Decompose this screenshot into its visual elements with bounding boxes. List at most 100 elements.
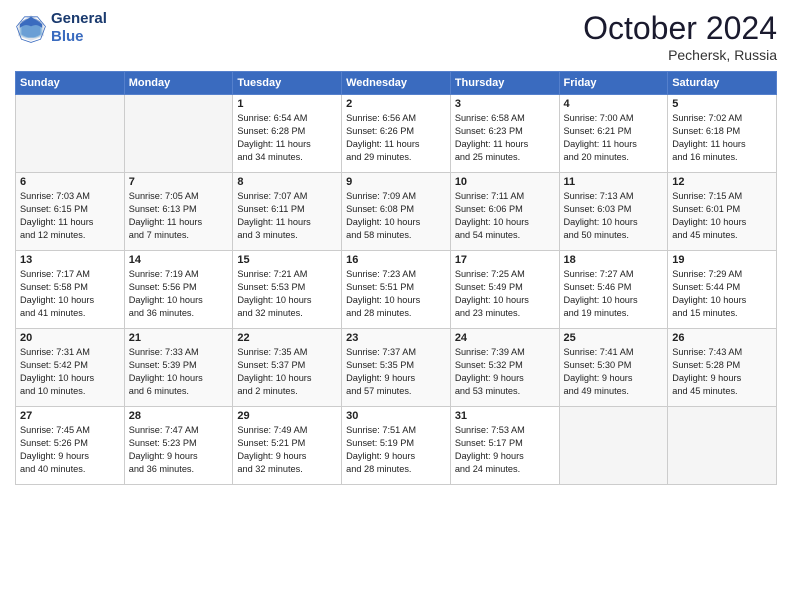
day-cell: 25 Sunrise: 7:41 AM Sunset: 5:30 PM Dayli… [559, 329, 668, 407]
day-cell: 17Sunrise: 7:25 AM Sunset: 5:49 PM Dayli… [450, 251, 559, 329]
day-info: Sunrise: 7:39 AM Sunset: 5:32 PM Dayligh… [455, 346, 555, 398]
day-cell [124, 95, 233, 173]
col-header-friday: Friday [559, 72, 668, 95]
week-row-1: 1 Sunrise: 6:54 AM Sunset: 6:28 PM Daylig… [16, 95, 777, 173]
day-number: 19 [672, 254, 772, 266]
day-number: 26 [672, 332, 772, 344]
day-info: Sunrise: 7:41 AM Sunset: 5:30 PM Dayligh… [564, 346, 664, 398]
day-info: Sunrise: 7:27 AM Sunset: 5:46 PM Dayligh… [564, 268, 664, 320]
day-number: 11 [564, 176, 664, 188]
day-info: Sunrise: 7:35 AM Sunset: 5:37 PM Dayligh… [237, 346, 337, 398]
day-info: Sunrise: 7:11 AM Sunset: 6:06 PM Dayligh… [455, 190, 555, 242]
col-header-tuesday: Tuesday [233, 72, 342, 95]
day-number: 27 [20, 410, 120, 422]
logo-icon [15, 12, 47, 44]
col-header-saturday: Saturday [668, 72, 777, 95]
day-number: 8 [237, 176, 337, 188]
day-info: Sunrise: 7:53 AM Sunset: 5:17 PM Dayligh… [455, 424, 555, 476]
day-info: Sunrise: 7:43 AM Sunset: 5:28 PM Dayligh… [672, 346, 772, 398]
day-cell: 14 Sunrise: 7:19 AM Sunset: 5:56 PM Dayli… [124, 251, 233, 329]
day-cell: 1 Sunrise: 6:54 AM Sunset: 6:28 PM Daylig… [233, 95, 342, 173]
day-info: Sunrise: 6:56 AM Sunset: 6:26 PM Dayligh… [346, 112, 446, 164]
day-info: Sunrise: 7:00 AM Sunset: 6:21 PM Dayligh… [564, 112, 664, 164]
day-number: 16 [346, 254, 446, 266]
day-number: 12 [672, 176, 772, 188]
week-row-4: 20Sunrise: 7:31 AM Sunset: 5:42 PM Dayli… [16, 329, 777, 407]
day-info: Sunrise: 7:25 AM Sunset: 5:49 PM Dayligh… [455, 268, 555, 320]
day-cell: 20Sunrise: 7:31 AM Sunset: 5:42 PM Dayli… [16, 329, 125, 407]
col-header-wednesday: Wednesday [342, 72, 451, 95]
day-info: Sunrise: 7:03 AM Sunset: 6:15 PM Dayligh… [20, 190, 120, 242]
day-cell: 26 Sunrise: 7:43 AM Sunset: 5:28 PM Dayli… [668, 329, 777, 407]
day-number: 10 [455, 176, 555, 188]
day-info: Sunrise: 7:19 AM Sunset: 5:56 PM Dayligh… [129, 268, 229, 320]
day-number: 25 [564, 332, 664, 344]
day-info: Sunrise: 6:54 AM Sunset: 6:28 PM Dayligh… [237, 112, 337, 164]
col-header-sunday: Sunday [16, 72, 125, 95]
day-cell: 18 Sunrise: 7:27 AM Sunset: 5:46 PM Dayli… [559, 251, 668, 329]
day-cell: 23 Sunrise: 7:37 AM Sunset: 5:35 PM Dayli… [342, 329, 451, 407]
day-cell: 16 Sunrise: 7:23 AM Sunset: 5:51 PM Dayli… [342, 251, 451, 329]
day-number: 14 [129, 254, 229, 266]
day-cell: 5Sunrise: 7:02 AM Sunset: 6:18 PM Daylig… [668, 95, 777, 173]
day-number: 18 [564, 254, 664, 266]
day-cell: 15 Sunrise: 7:21 AM Sunset: 5:53 PM Dayli… [233, 251, 342, 329]
day-cell: 8Sunrise: 7:07 AM Sunset: 6:11 PM Daylig… [233, 173, 342, 251]
day-info: Sunrise: 7:47 AM Sunset: 5:23 PM Dayligh… [129, 424, 229, 476]
col-header-thursday: Thursday [450, 72, 559, 95]
month-title: October 2024 [583, 10, 777, 47]
day-number: 20 [20, 332, 120, 344]
day-cell: 29 Sunrise: 7:49 AM Sunset: 5:21 PM Dayli… [233, 407, 342, 485]
day-number: 13 [20, 254, 120, 266]
day-number: 30 [346, 410, 446, 422]
day-cell: 31Sunrise: 7:53 AM Sunset: 5:17 PM Dayli… [450, 407, 559, 485]
day-cell: 30Sunrise: 7:51 AM Sunset: 5:19 PM Dayli… [342, 407, 451, 485]
day-cell: 9Sunrise: 7:09 AM Sunset: 6:08 PM Daylig… [342, 173, 451, 251]
day-info: Sunrise: 7:13 AM Sunset: 6:03 PM Dayligh… [564, 190, 664, 242]
week-row-5: 27 Sunrise: 7:45 AM Sunset: 5:26 PM Dayli… [16, 407, 777, 485]
day-number: 23 [346, 332, 446, 344]
day-number: 1 [237, 98, 337, 110]
header-row: SundayMondayTuesdayWednesdayThursdayFrid… [16, 72, 777, 95]
day-cell [559, 407, 668, 485]
logo: General Blue [15, 10, 107, 46]
day-cell: 6Sunrise: 7:03 AM Sunset: 6:15 PM Daylig… [16, 173, 125, 251]
day-info: Sunrise: 7:15 AM Sunset: 6:01 PM Dayligh… [672, 190, 772, 242]
day-number: 29 [237, 410, 337, 422]
day-number: 7 [129, 176, 229, 188]
day-cell: 11 Sunrise: 7:13 AM Sunset: 6:03 PM Dayli… [559, 173, 668, 251]
day-cell [16, 95, 125, 173]
day-cell: 21 Sunrise: 7:33 AM Sunset: 5:39 PM Dayli… [124, 329, 233, 407]
day-info: Sunrise: 7:45 AM Sunset: 5:26 PM Dayligh… [20, 424, 120, 476]
week-row-3: 13 Sunrise: 7:17 AM Sunset: 5:58 PM Dayli… [16, 251, 777, 329]
day-number: 2 [346, 98, 446, 110]
day-info: Sunrise: 7:23 AM Sunset: 5:51 PM Dayligh… [346, 268, 446, 320]
day-number: 3 [455, 98, 555, 110]
day-cell [668, 407, 777, 485]
logo-text: General Blue [51, 10, 107, 46]
day-info: Sunrise: 7:21 AM Sunset: 5:53 PM Dayligh… [237, 268, 337, 320]
day-info: Sunrise: 7:33 AM Sunset: 5:39 PM Dayligh… [129, 346, 229, 398]
day-cell: 19Sunrise: 7:29 AM Sunset: 5:44 PM Dayli… [668, 251, 777, 329]
day-cell: 22 Sunrise: 7:35 AM Sunset: 5:37 PM Dayli… [233, 329, 342, 407]
day-info: Sunrise: 7:37 AM Sunset: 5:35 PM Dayligh… [346, 346, 446, 398]
day-number: 21 [129, 332, 229, 344]
day-info: Sunrise: 7:49 AM Sunset: 5:21 PM Dayligh… [237, 424, 337, 476]
day-cell: 7Sunrise: 7:05 AM Sunset: 6:13 PM Daylig… [124, 173, 233, 251]
day-cell: 24Sunrise: 7:39 AM Sunset: 5:32 PM Dayli… [450, 329, 559, 407]
day-number: 22 [237, 332, 337, 344]
day-cell: 10 Sunrise: 7:11 AM Sunset: 6:06 PM Dayli… [450, 173, 559, 251]
day-info: Sunrise: 7:17 AM Sunset: 5:58 PM Dayligh… [20, 268, 120, 320]
day-number: 28 [129, 410, 229, 422]
week-row-2: 6Sunrise: 7:03 AM Sunset: 6:15 PM Daylig… [16, 173, 777, 251]
day-cell: 12 Sunrise: 7:15 AM Sunset: 6:01 PM Dayli… [668, 173, 777, 251]
title-area: October 2024 Pechersk, Russia [583, 10, 777, 63]
day-cell: 3Sunrise: 6:58 AM Sunset: 6:23 PM Daylig… [450, 95, 559, 173]
page: General Blue October 2024 Pechersk, Russ… [0, 0, 792, 612]
day-cell: 27 Sunrise: 7:45 AM Sunset: 5:26 PM Dayli… [16, 407, 125, 485]
day-number: 5 [672, 98, 772, 110]
day-number: 4 [564, 98, 664, 110]
day-number: 9 [346, 176, 446, 188]
col-header-monday: Monday [124, 72, 233, 95]
day-number: 15 [237, 254, 337, 266]
